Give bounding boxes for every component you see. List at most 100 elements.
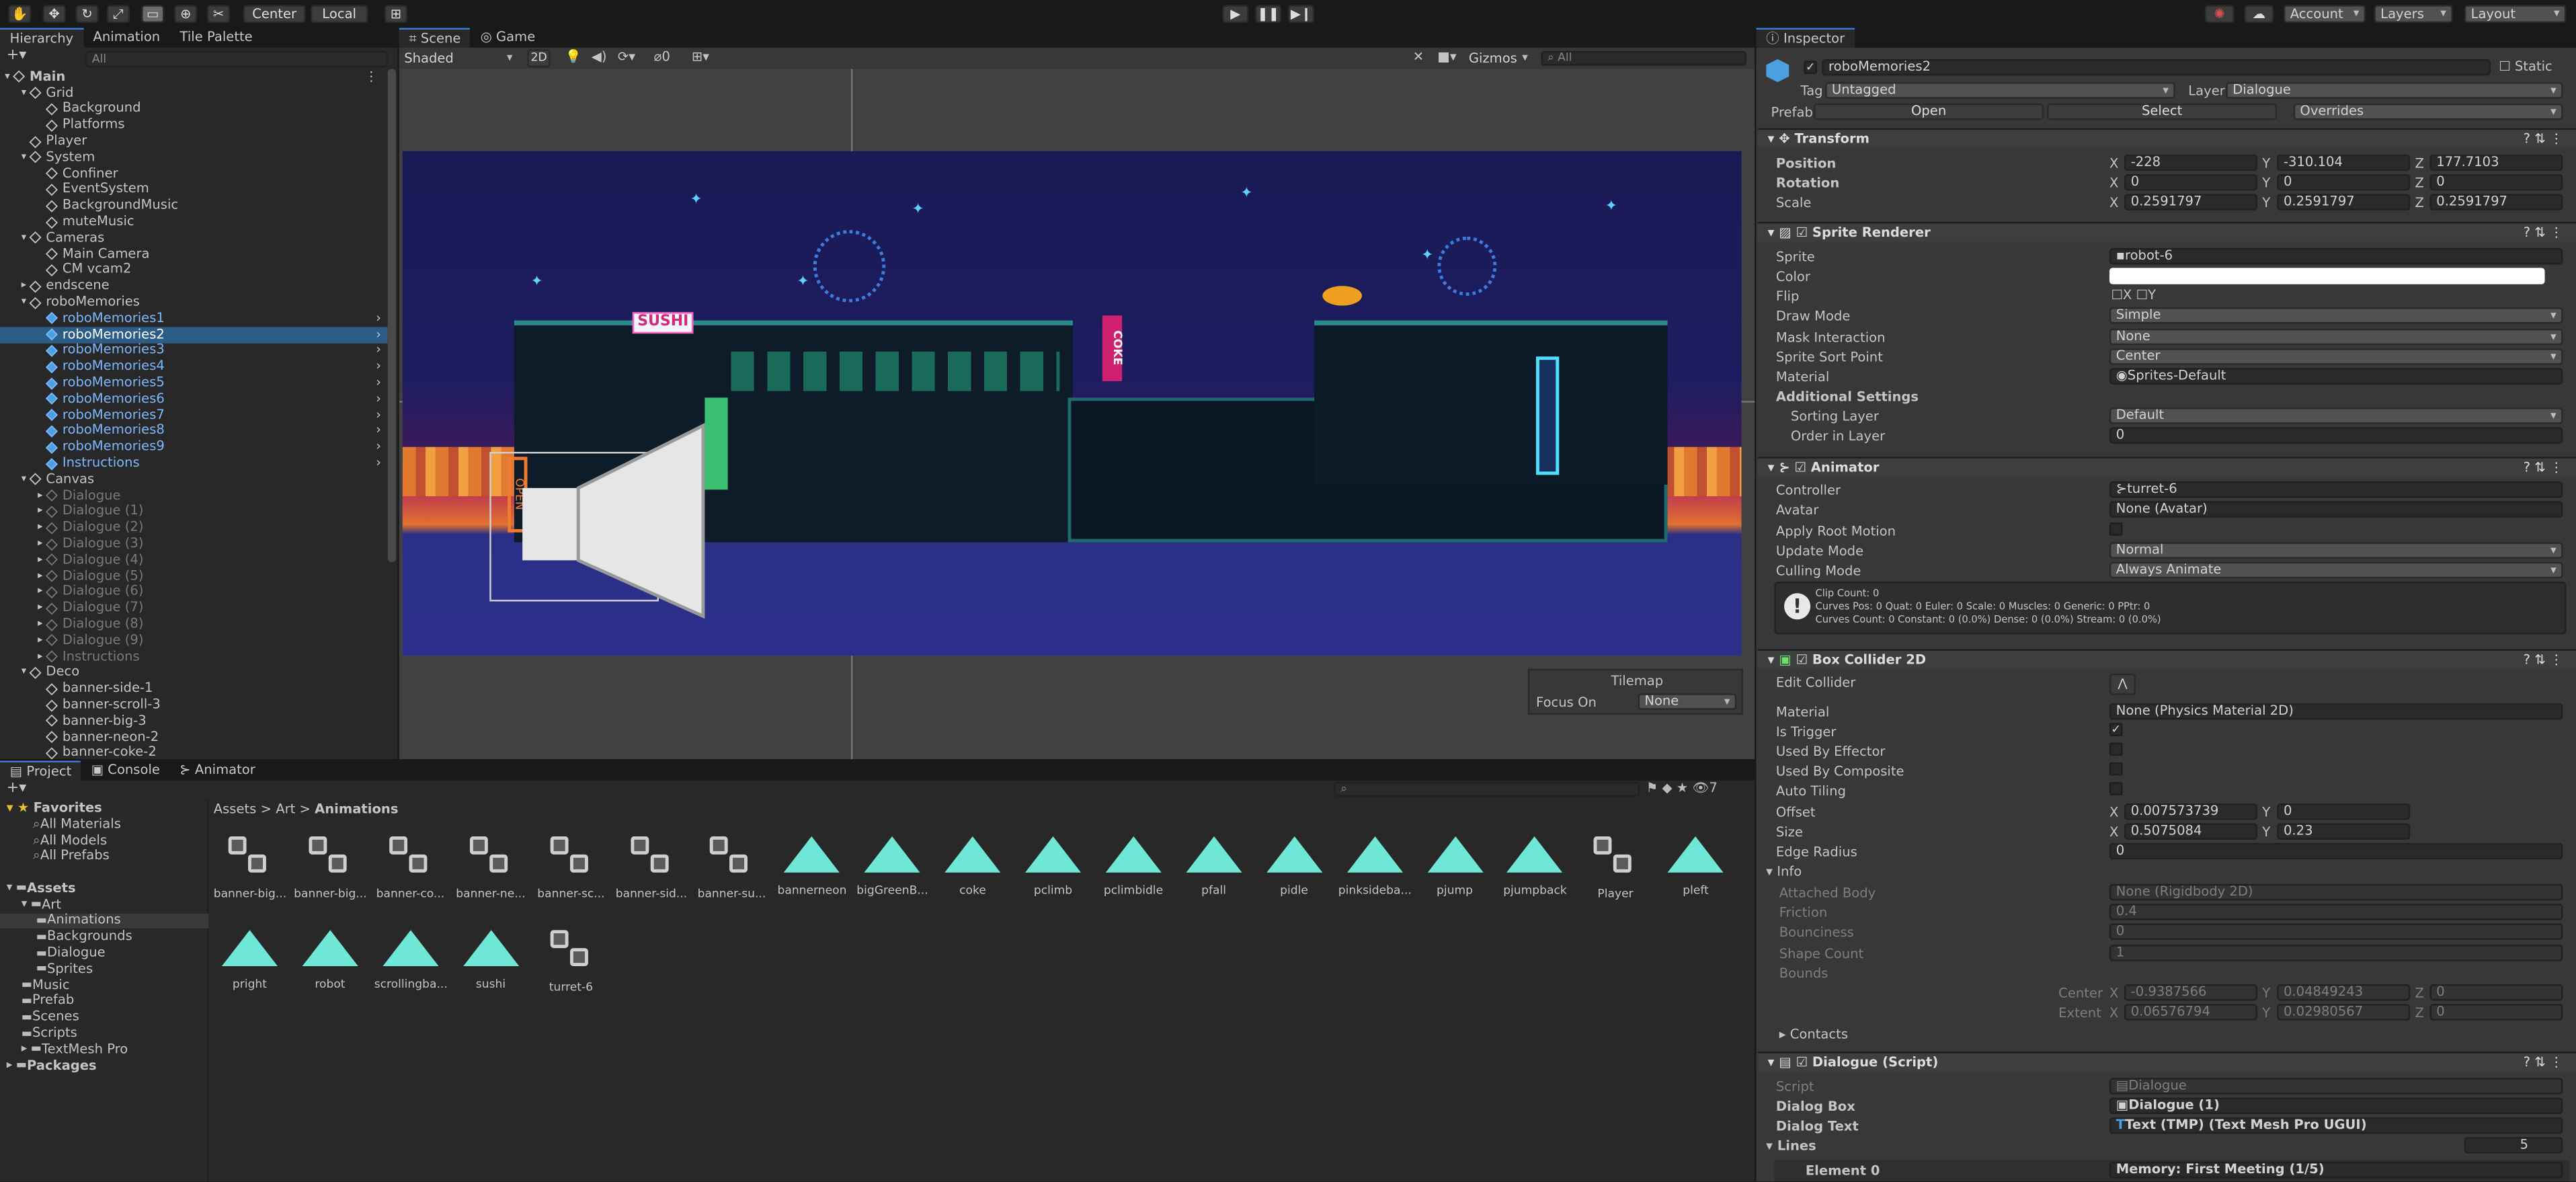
hierarchy-row[interactable]: roboMemories6 › xyxy=(0,391,388,407)
transform-y-field[interactable]: 0.2591797 xyxy=(2277,194,2411,210)
project-add-button[interactable]: +▾ xyxy=(7,781,26,797)
prefab-open-button[interactable]: Open xyxy=(1814,103,2044,120)
hierarchy-row[interactable]: roboMemories5 › xyxy=(0,375,388,391)
asset-item[interactable]: banner-ne... xyxy=(454,836,527,900)
hierarchy-row[interactable]: ▸ Instructions xyxy=(0,649,388,665)
hierarchy-row[interactable]: roboMemories3 › xyxy=(0,343,388,359)
hierarchy-row[interactable]: Platforms xyxy=(0,117,388,133)
component-menu-icon[interactable]: ? ⇅ ⋮ xyxy=(2524,1055,2563,1069)
hierarchy-row[interactable]: roboMemories9 › xyxy=(0,439,388,455)
transform-tool-icon[interactable]: ⊕ xyxy=(174,5,198,24)
collider-x-field[interactable]: 0.5075084 xyxy=(2124,823,2257,840)
transform-header[interactable]: ▾ ✥ Transform? ⇅ ⋮ xyxy=(1757,128,2576,148)
chevron-right-icon[interactable]: › xyxy=(376,424,381,438)
transform-y-field[interactable]: -310.104 xyxy=(2277,154,2411,171)
account-dropdown[interactable]: Account xyxy=(2283,5,2366,24)
favorite-item[interactable]: ⌕ All Models xyxy=(33,833,107,849)
asset-item[interactable]: pjump xyxy=(1418,836,1491,897)
sr-material-field[interactable]: ◉ Sprites-Default xyxy=(2109,368,2563,385)
hierarchy-row[interactable]: ▾ Main ⋮ xyxy=(0,69,388,85)
hierarchy-row[interactable]: ▸ Dialogue (1) xyxy=(0,504,388,520)
flip-toggles[interactable]: ☐X ☐Y xyxy=(2111,288,2156,303)
transform-x-field[interactable]: 0 xyxy=(2124,174,2257,191)
project-folder[interactable]: ▸ ▬ TextMesh Pro xyxy=(0,1041,208,1058)
chevron-right-icon[interactable]: › xyxy=(376,376,381,390)
overrides-dropdown[interactable]: Overrides xyxy=(2293,103,2563,120)
collider-y-field[interactable]: 0 xyxy=(2277,803,2411,820)
play-button[interactable]: ▶ xyxy=(1222,5,1249,24)
grid-toggle-icon[interactable]: ⊞▾ xyxy=(692,50,709,65)
favorite-item[interactable]: ⌕ All Materials xyxy=(33,817,121,833)
focus-on-dropdown[interactable]: None xyxy=(1638,693,1737,710)
animator-header[interactable]: ▾ ⊱ ☑ Animator? ⇅ ⋮ xyxy=(1757,457,2576,477)
hierarchy-row[interactable]: Background xyxy=(0,102,388,118)
custom-tool-icon[interactable]: ✂ xyxy=(206,5,231,24)
asset-item[interactable]: bigGreenB... xyxy=(856,836,929,897)
hierarchy-row[interactable]: banner-coke-2 xyxy=(0,746,388,760)
tab-animator[interactable]: ⊱ Animator xyxy=(170,761,266,781)
hierarchy-row[interactable]: ▸ Dialogue (5) xyxy=(0,568,388,584)
asset-item[interactable]: banner-su... xyxy=(696,836,768,900)
step-button[interactable]: ▶❙ xyxy=(1288,5,1315,24)
favorite-item[interactable]: ⌕ All Prefabs xyxy=(33,849,110,865)
asset-item[interactable]: scrollingba... xyxy=(374,930,446,990)
project-folder[interactable]: ▾ ▬ Assets xyxy=(0,881,208,897)
color-swatch[interactable] xyxy=(2109,268,2545,284)
foldout-arrow-icon[interactable]: ▸ xyxy=(0,651,46,662)
asset-item[interactable]: bannerneon xyxy=(776,836,848,897)
hierarchy-row[interactable]: roboMemories1 › xyxy=(0,311,388,327)
hierarchy-add-button[interactable]: +▾ xyxy=(7,48,26,64)
lines-foldout[interactable]: ▾ Lines xyxy=(1766,1140,1816,1154)
element-0-field[interactable]: Memory: First Meeting (1/5) xyxy=(2109,1161,2563,1179)
hidden-objects-icon[interactable]: ⌀0 xyxy=(654,50,670,65)
collider-y-field[interactable]: 0.23 xyxy=(2277,823,2411,840)
foldout-arrow-icon[interactable]: ▸ xyxy=(0,506,46,517)
sort-point-dropdown[interactable]: Center xyxy=(2109,348,2563,365)
tab-tile-palette[interactable]: Tile Palette xyxy=(170,28,263,48)
tab-project[interactable]: ▤ Project xyxy=(0,760,81,781)
effects-icon[interactable]: ⟳▾ xyxy=(618,50,635,65)
breadcrumb-art[interactable]: Art xyxy=(276,802,295,817)
scale-tool-icon[interactable]: ⤢ xyxy=(106,5,130,24)
tab-animation[interactable]: Animation xyxy=(83,28,170,48)
tab-console[interactable]: ▣ Console xyxy=(81,761,170,781)
hierarchy-row[interactable]: ▾ Grid xyxy=(0,85,388,102)
hierarchy-row[interactable]: ▸ Dialogue (9) xyxy=(0,633,388,649)
layers-dropdown[interactable]: Layers xyxy=(2374,5,2453,24)
sprite-field[interactable]: ▪ robot-6 xyxy=(2109,248,2563,265)
hierarchy-row[interactable]: ▸ Dialogue (7) xyxy=(0,600,388,617)
hierarchy-search-input[interactable]: All xyxy=(85,50,388,68)
camera-icon[interactable]: ■▾ xyxy=(1437,50,1456,65)
object-name-field[interactable]: roboMemories2 xyxy=(1822,58,2491,76)
project-folder[interactable]: ▬ Prefab xyxy=(0,994,208,1010)
prefab-select-button[interactable]: Select xyxy=(2047,103,2278,120)
hierarchy-row[interactable]: Instructions › xyxy=(0,455,388,471)
hierarchy-row[interactable]: ▸ Dialogue (3) xyxy=(0,536,388,552)
active-checkbox[interactable]: ✓ xyxy=(1804,61,1817,74)
asset-item[interactable]: banner-big... xyxy=(294,836,366,900)
hierarchy-row[interactable]: roboMemories8 › xyxy=(0,424,388,440)
asset-item[interactable]: sushi xyxy=(454,930,527,990)
root-motion-checkbox[interactable] xyxy=(2109,522,2123,536)
project-folder[interactable]: ▬ Scripts xyxy=(0,1025,208,1041)
mask-dropdown[interactable]: None xyxy=(2109,328,2563,346)
edge-radius-field[interactable]: 0 xyxy=(2109,842,2563,860)
effector-checkbox[interactable] xyxy=(2109,742,2123,756)
hierarchy-row[interactable]: BackgroundMusic xyxy=(0,198,388,214)
cloud-icon[interactable]: ☁ xyxy=(2244,5,2274,24)
hierarchy-row[interactable]: ▾ System xyxy=(0,149,388,165)
foldout-arrow-icon[interactable]: ▾ xyxy=(0,667,30,678)
component-menu-icon[interactable]: ? ⇅ ⋮ xyxy=(2524,132,2563,146)
breadcrumb-assets[interactable]: Assets xyxy=(214,802,257,817)
hierarchy-row[interactable]: banner-big-3 xyxy=(0,713,388,730)
contacts-foldout[interactable]: ▸ Contacts xyxy=(1779,1028,1848,1042)
asset-item[interactable]: banner-sc... xyxy=(535,836,608,900)
hierarchy-row[interactable]: banner-scroll-3 xyxy=(0,697,388,713)
chevron-right-icon[interactable]: › xyxy=(376,327,381,342)
auto-tiling-checkbox[interactable] xyxy=(2109,782,2123,795)
hierarchy-row[interactable]: ▾ Canvas xyxy=(0,471,388,487)
foldout-arrow-icon[interactable]: ▾ xyxy=(0,87,30,98)
transform-z-field[interactable]: 0.2591797 xyxy=(2429,194,2563,210)
asset-item[interactable]: pright xyxy=(214,930,286,990)
tag-dropdown[interactable]: Untagged xyxy=(1825,82,2175,99)
